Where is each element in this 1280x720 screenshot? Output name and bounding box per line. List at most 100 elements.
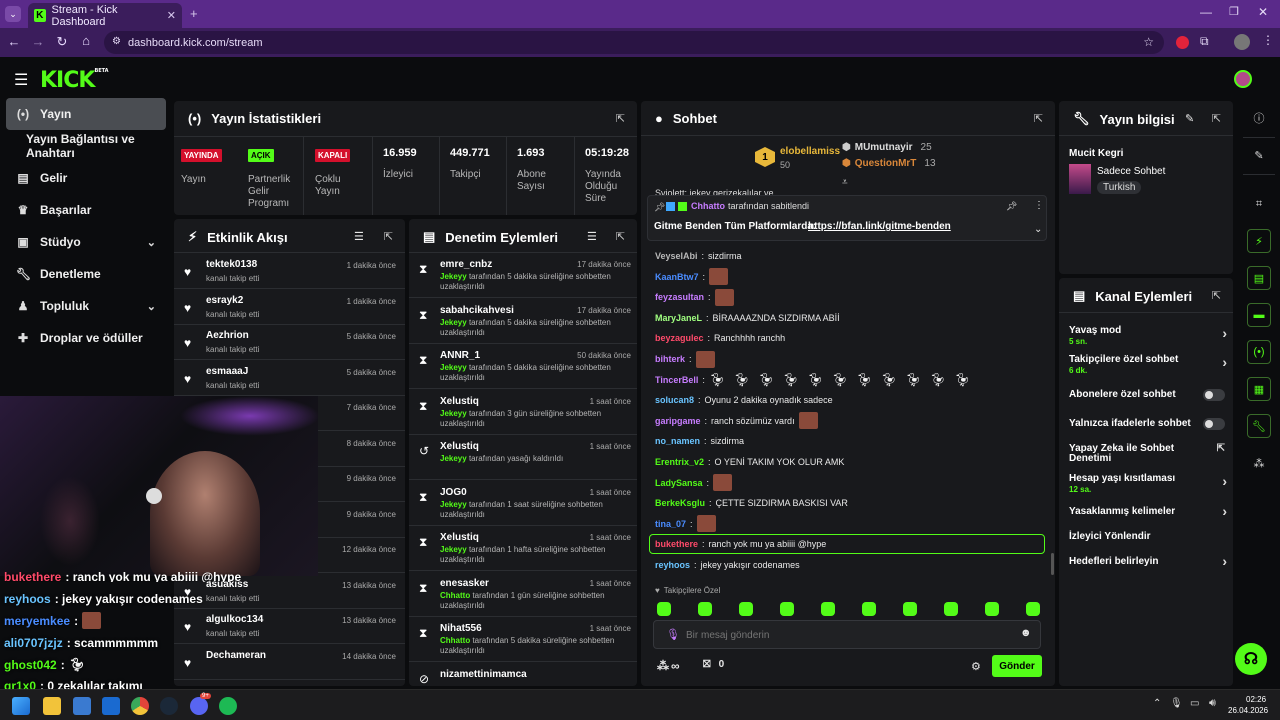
site-info-icon[interactable]: ⚙: [112, 36, 121, 47]
moderated-user[interactable]: enesasker: [440, 578, 489, 589]
chat-message[interactable]: Erentrix_v2: O YENİ TAKIM YOK OLUR AMK: [655, 452, 844, 472]
chrome-icon[interactable]: [131, 697, 149, 715]
sidebar-item-denetleme[interactable]: 🔧︎ Denetleme: [6, 258, 166, 290]
emote-icon[interactable]: [1026, 602, 1040, 616]
chat-message[interactable]: VeyselAbi: sizdirma: [655, 246, 742, 266]
browser-menu-icon[interactable]: ⋮: [1262, 33, 1274, 47]
forward-icon[interactable]: →: [26, 34, 50, 49]
store-icon[interactable]: [73, 697, 91, 715]
chat-username[interactable]: TincerBell: [655, 375, 698, 385]
chevron-right-icon[interactable]: ›: [1222, 503, 1227, 519]
tab-close-icon[interactable]: ✕: [167, 9, 176, 22]
popout-icon[interactable]: ⇱: [1034, 112, 1043, 125]
back-icon[interactable]: ←: [2, 34, 26, 49]
chevron-right-icon[interactable]: ›: [1222, 553, 1227, 569]
follower-name[interactable]: algulkoc134: [206, 614, 263, 625]
chat-username[interactable]: MaryJaneL: [655, 313, 702, 323]
kick-logo[interactable]: KICKBETA: [40, 68, 109, 93]
layout-icon[interactable]: ▦: [1247, 377, 1271, 401]
chat-username[interactable]: KaanBtw7: [655, 272, 699, 282]
sidebar-item-gelir[interactable]: ▤ Gelir: [6, 162, 166, 194]
chat-message[interactable]: BerkeKsglu: ÇETTE SIZDIRMA BASKISI VAR: [655, 493, 848, 513]
channel-action-row[interactable]: Hedefleri belirleyin ›: [1069, 553, 1227, 569]
moderator-name[interactable]: Jekeyy: [440, 409, 467, 418]
moderated-user[interactable]: emre_cnbz: [440, 259, 492, 270]
window-restore-icon[interactable]: ❐: [1229, 5, 1239, 18]
moderated-user[interactable]: Xelustiq: [440, 396, 479, 407]
gift-counter[interactable]: ⛝ 0: [703, 659, 724, 670]
toggle-switch[interactable]: [1203, 418, 1225, 430]
clock-date[interactable]: 26.04.2026: [1228, 706, 1268, 715]
window-close-icon[interactable]: ✕: [1258, 5, 1268, 19]
pinned-more-icon[interactable]: ⋮: [1034, 200, 1044, 211]
extension-red-icon[interactable]: [1176, 36, 1189, 49]
follower-name[interactable]: esrayk2: [206, 295, 243, 306]
moderator-name[interactable]: Chhatto: [440, 636, 470, 645]
broadcast-icon[interactable]: (•): [1247, 340, 1271, 364]
sidebar-item-basarilar[interactable]: ♛ Başarılar: [6, 194, 166, 226]
popout-icon[interactable]: ⇱: [1212, 112, 1221, 125]
file-explorer-icon[interactable]: [43, 697, 61, 715]
chat-username[interactable]: solucan8: [655, 395, 694, 405]
chat-message[interactable]: reyhoos: jekey yakışır codenames: [655, 555, 800, 575]
emote-icon[interactable]: [944, 602, 958, 616]
toggle-switch[interactable]: [1203, 389, 1225, 401]
chat-message[interactable]: no_namen: sizdirma: [655, 431, 744, 451]
channel-action-row[interactable]: Hesap yaşı kısıtlaması 12 sa. ›: [1069, 473, 1227, 494]
chat-username[interactable]: feyzasultan: [655, 292, 704, 302]
url-field[interactable]: ⚙ dashboard.kick.com/stream ☆: [104, 31, 1164, 54]
wrench-icon[interactable]: 🔧︎: [1247, 414, 1271, 438]
moderator-name[interactable]: Jekeyy: [440, 318, 467, 327]
sidebar-item-yayin[interactable]: (•) Yayın: [6, 98, 166, 130]
pencil-icon[interactable]: ✎: [1247, 143, 1271, 167]
microphone-tray-icon[interactable]: 🎙︎: [1170, 698, 1183, 709]
emote-icon[interactable]: [739, 602, 753, 616]
chat-input-box[interactable]: 🎙︎ ☻: [653, 620, 1041, 649]
chat-message[interactable]: bukethere: ranch yok mu ya abiiii @hype: [649, 534, 1045, 555]
spotify-icon[interactable]: [219, 697, 237, 715]
filter-icon[interactable]: ☰: [587, 230, 597, 243]
reload-icon[interactable]: ↻: [50, 34, 74, 50]
window-minimize-icon[interactable]: —: [1200, 5, 1212, 19]
emote-icon[interactable]: [657, 602, 671, 616]
popout-icon[interactable]: ⇱: [616, 230, 625, 243]
chevron-right-icon[interactable]: ›: [1222, 473, 1227, 489]
emote-icon[interactable]: [903, 602, 917, 616]
volume-icon[interactable]: 🔊︎: [1209, 697, 1216, 710]
hamburger-menu-icon[interactable]: ☰: [14, 70, 28, 90]
bookmark-star-icon[interactable]: ☆: [1143, 35, 1154, 49]
emoji-icon[interactable]: ☻: [1020, 627, 1032, 639]
moderator-name[interactable]: Jekeyy: [440, 363, 467, 372]
moderated-user[interactable]: ANNR_1: [440, 350, 480, 361]
chat-username[interactable]: LadySansa: [655, 478, 703, 488]
channel-action-row[interactable]: Takipçilere özel sohbet 6 dk. ›: [1069, 354, 1227, 375]
channel-action-row[interactable]: Yavaş mod 5 sn. ›: [1069, 325, 1227, 346]
follower-name[interactable]: esmaaaJ: [206, 366, 248, 377]
chat-username[interactable]: BerkeKsglu: [655, 498, 705, 508]
moderated-user[interactable]: Xelustiq: [440, 441, 479, 452]
emote-icon[interactable]: [862, 602, 876, 616]
moderator-name[interactable]: Jekeyy: [440, 545, 467, 554]
chat-message[interactable]: TincerBell: 🦆︎ 🦆︎ 🦆︎ 🦆︎ 🦆︎ 🦆︎ 🦆︎ 🦆︎ 🦆︎ 🦆︎ 🦆︎: [655, 370, 975, 390]
filter-icon[interactable]: ☰: [354, 230, 364, 243]
moderated-user[interactable]: Xelustiq: [440, 532, 479, 543]
channel-action-row[interactable]: Yalnızca ifadelerle sohbet: [1069, 418, 1225, 430]
chevron-right-icon[interactable]: ›: [1222, 354, 1227, 370]
chat-message[interactable]: garipgame: ranch sözümüz vardı: [655, 411, 818, 431]
extensions-puzzle-icon[interactable]: ⧉: [1200, 34, 1209, 49]
chat-message[interactable]: KaanBtw7:: [655, 267, 729, 287]
browser-tab[interactable]: K Stream - Kick Dashboard ✕: [28, 3, 182, 28]
send-button[interactable]: Gönder: [992, 655, 1042, 677]
community-points[interactable]: ⁂ ∞: [657, 659, 680, 673]
channel-action-row[interactable]: İzleyici Yönlendir: [1069, 531, 1225, 542]
chat-username[interactable]: no_namen: [655, 436, 700, 446]
chevron-down-icon[interactable]: ⌄: [1034, 224, 1042, 235]
moderated-user[interactable]: JOG0: [440, 487, 467, 498]
moderator-name[interactable]: Jekeyy: [440, 454, 467, 463]
moderated-user[interactable]: Nihat556: [440, 623, 482, 634]
discord-icon[interactable]: [190, 697, 208, 715]
edit-pencil-icon[interactable]: ✎: [1185, 112, 1194, 125]
chat-settings-icon[interactable]: ⚙: [971, 660, 981, 673]
network-icon[interactable]: ▭: [1190, 698, 1199, 709]
chat-username[interactable]: beyzagulec: [655, 333, 704, 343]
